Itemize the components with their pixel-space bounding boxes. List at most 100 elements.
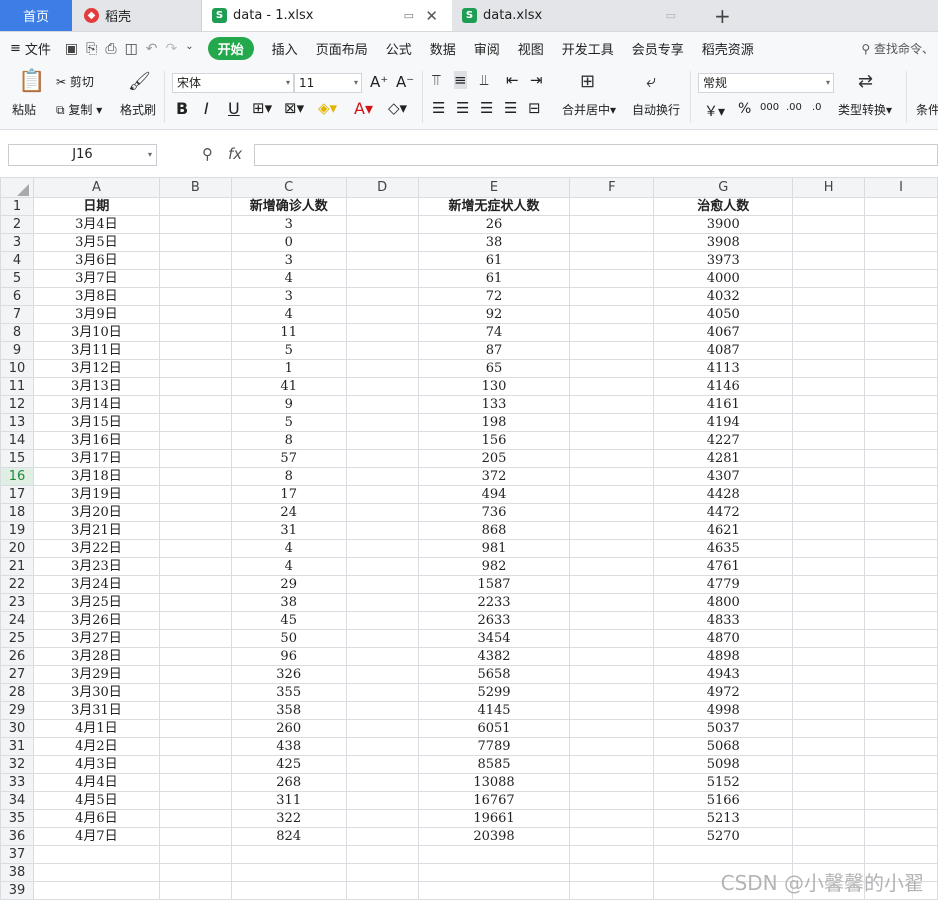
increase-decimal-button[interactable]: .00 [786,102,802,113]
cell-a29[interactable]: 3月31日 [32,701,160,720]
cell-g1[interactable]: 治愈人数 [653,197,794,216]
indent-icon[interactable]: ⇥ [530,71,543,89]
cell-f20[interactable] [569,539,655,558]
font-color-icon[interactable]: A▾ [354,99,373,118]
row-header[interactable]: 15 [0,449,34,468]
undo-icon[interactable]: ↶ [146,41,158,57]
cell-i21[interactable] [864,557,938,576]
cell-b15[interactable] [158,449,232,468]
cell-c7[interactable]: 4 [230,305,347,324]
cell-h34[interactable] [792,791,866,810]
cell-d25[interactable] [345,629,419,648]
cell-e5[interactable]: 61 [417,269,571,288]
cell-g15[interactable]: 4281 [653,449,794,468]
cell-c39[interactable] [230,881,347,900]
cell-a17[interactable]: 3月19日 [32,485,160,504]
cell-h19[interactable] [792,521,866,540]
cell-h13[interactable] [792,413,866,432]
cell-e29[interactable]: 4145 [417,701,571,720]
cell-d3[interactable] [345,233,419,252]
cell-e34[interactable]: 16767 [417,791,571,810]
row-header[interactable]: 6 [0,287,34,306]
row-header[interactable]: 24 [0,611,34,630]
cell-b38[interactable] [158,863,232,882]
cell-a24[interactable]: 3月26日 [32,611,160,630]
cell-e8[interactable]: 74 [417,323,571,342]
cell-e19[interactable]: 868 [417,521,571,540]
cell-d27[interactable] [345,665,419,684]
cell-e38[interactable] [417,863,571,882]
decrease-decimal-button[interactable]: .0 [812,102,822,113]
cell-f31[interactable] [569,737,655,756]
cell-d36[interactable] [345,827,419,846]
wrap-text-button[interactable]: 自动换行 [632,101,680,118]
cell-f19[interactable] [569,521,655,540]
save-icon[interactable]: ▣ [65,41,78,57]
cell-h29[interactable] [792,701,866,720]
decrease-font-icon[interactable]: A⁻ [396,73,414,91]
print-icon[interactable]: ⎙ [105,41,116,57]
cell-c34[interactable]: 311 [230,791,347,810]
cell-f38[interactable] [569,863,655,882]
cell-h3[interactable] [792,233,866,252]
cell-e25[interactable]: 3454 [417,629,571,648]
cell-b33[interactable] [158,773,232,792]
cell-c35[interactable]: 322 [230,809,347,828]
cell-d6[interactable] [345,287,419,306]
cell-e3[interactable]: 38 [417,233,571,252]
percent-button[interactable]: % [738,101,751,117]
cell-a3[interactable]: 3月5日 [32,233,160,252]
cell-f6[interactable] [569,287,655,306]
cell-h32[interactable] [792,755,866,774]
cell-h16[interactable] [792,467,866,486]
cell-g20[interactable]: 4635 [653,539,794,558]
cell-i29[interactable] [864,701,938,720]
cell-f33[interactable] [569,773,655,792]
cell-d16[interactable] [345,467,419,486]
cell-c31[interactable]: 438 [230,737,347,756]
formula-input[interactable] [254,144,938,166]
cut-button[interactable]: ✂ 剪切 [56,73,94,90]
cell-d24[interactable] [345,611,419,630]
cell-b24[interactable] [158,611,232,630]
thousands-button[interactable]: 000 [760,102,779,113]
cell-h24[interactable] [792,611,866,630]
cell-c20[interactable]: 4 [230,539,347,558]
cell-i11[interactable] [864,377,938,396]
row-header[interactable]: 20 [0,539,34,558]
cell-d26[interactable] [345,647,419,666]
cell-c3[interactable]: 0 [230,233,347,252]
merge-center-button[interactable]: 合并居中▾ [562,101,616,118]
cell-f23[interactable] [569,593,655,612]
cell-g24[interactable]: 4833 [653,611,794,630]
cell-b32[interactable] [158,755,232,774]
cell-h25[interactable] [792,629,866,648]
row-header[interactable]: 37 [0,845,34,864]
cell-e13[interactable]: 198 [417,413,571,432]
cell-e10[interactable]: 65 [417,359,571,378]
cell-b5[interactable] [158,269,232,288]
cell-c19[interactable]: 31 [230,521,347,540]
cell-h18[interactable] [792,503,866,522]
cell-i23[interactable] [864,593,938,612]
cell-a7[interactable]: 3月9日 [32,305,160,324]
cell-b3[interactable] [158,233,232,252]
cell-g27[interactable]: 4943 [653,665,794,684]
align-bottom-icon[interactable]: ⫫ [480,71,488,89]
cell-c24[interactable]: 45 [230,611,347,630]
window-restore-icon[interactable]: ▭ [666,9,676,22]
paste-button[interactable]: 粘贴 [12,101,36,118]
cell-a39[interactable] [32,881,160,900]
cell-g12[interactable]: 4161 [653,395,794,414]
cell-d10[interactable] [345,359,419,378]
cell-e23[interactable]: 2233 [417,593,571,612]
cell-g10[interactable]: 4113 [653,359,794,378]
cell-a13[interactable]: 3月15日 [32,413,160,432]
cell-g19[interactable]: 4621 [653,521,794,540]
column-header-i[interactable]: I [864,177,938,198]
cell-c17[interactable]: 17 [230,485,347,504]
cell-i24[interactable] [864,611,938,630]
row-header[interactable]: 19 [0,521,34,540]
cell-b16[interactable] [158,467,232,486]
merge-center-icon[interactable]: ⊞ [580,71,595,92]
